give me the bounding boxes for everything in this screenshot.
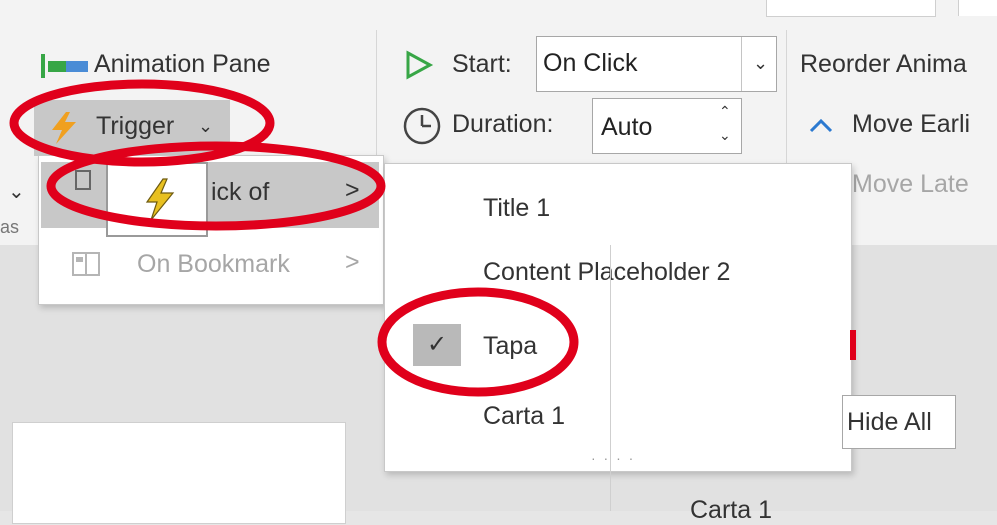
chevron-right-icon: > xyxy=(345,248,360,276)
start-dropdown[interactable]: On Click ⌄ xyxy=(536,36,777,92)
trigger-button[interactable]: Trigger ⌄ xyxy=(34,100,230,156)
start-value: On Click xyxy=(543,49,638,77)
menu-item-on-bookmark[interactable]: On Bookmark > xyxy=(41,240,379,290)
move-earlier-label: Move Earli xyxy=(852,110,971,138)
move-later-label: Move Late xyxy=(852,170,969,198)
submenu-item-label: Content Placeholder 2 xyxy=(483,258,731,286)
bookmark-icon xyxy=(72,252,100,276)
submenu-item-label: Tapa xyxy=(483,332,538,360)
duration-spinner[interactable]: Auto ⌃ ⌄ xyxy=(592,98,742,154)
menu-item-on-click-of[interactable]: ick of > xyxy=(41,162,379,228)
animation-pane-icon xyxy=(41,54,88,78)
check-icon-bg: ✓ xyxy=(413,324,461,366)
lightning-icon xyxy=(145,178,175,221)
spin-down-icon[interactable]: ⌄ xyxy=(719,127,731,144)
move-later-button[interactable]: Move Late xyxy=(852,170,997,210)
submenu-item-carta-1[interactable]: Carta 1 xyxy=(385,388,851,444)
chevron-right-icon: > xyxy=(345,176,360,204)
submenu-item-label: Title 1 xyxy=(483,194,551,222)
trigger-object-submenu: Title 1 Content Placeholder 2 ✓ Tapa Car… xyxy=(384,163,852,472)
trigger-menu: ick of > On Bookmark > xyxy=(38,155,384,305)
submenu-item-tapa[interactable]: ✓ Tapa xyxy=(385,314,851,376)
chevron-down-icon: ⌄ xyxy=(198,116,214,136)
ribbon-top-field-right[interactable] xyxy=(958,0,997,16)
animation-pane-label: Animation Pane xyxy=(94,50,271,78)
check-icon: ✓ xyxy=(427,331,448,358)
hide-all-label: Hide All xyxy=(847,408,932,436)
dropdown-divider xyxy=(741,37,742,91)
resize-grip[interactable]: · · · · xyxy=(591,450,635,466)
pane-item-fragment xyxy=(850,330,856,360)
lightning-icon xyxy=(52,112,76,144)
submenu-item-title-1[interactable]: Title 1 xyxy=(385,178,851,234)
clock-icon xyxy=(403,107,441,145)
chevron-down-icon[interactable]: ⌄ xyxy=(8,179,25,204)
play-icon xyxy=(406,50,434,80)
pane-divider xyxy=(610,245,611,511)
move-earlier-button[interactable]: Move Earli xyxy=(808,106,997,146)
reorder-animation-header: Reorder Anima xyxy=(800,50,967,78)
trigger-label: Trigger xyxy=(96,112,175,140)
hide-all-button[interactable]: Hide All xyxy=(842,395,956,449)
object-icon xyxy=(75,170,91,190)
chevron-down-icon: ⌄ xyxy=(753,53,769,73)
submenu-item-content-placeholder-2[interactable]: Content Placeholder 2 xyxy=(385,244,851,300)
arrow-up-icon xyxy=(809,118,833,133)
duration-value: Auto xyxy=(601,113,653,141)
spin-up-icon[interactable]: ⌃ xyxy=(719,103,731,120)
start-label: Start: xyxy=(452,50,512,78)
duration-label: Duration: xyxy=(452,110,554,138)
trigger-icon-preview xyxy=(106,162,208,237)
on-bookmark-label: On Bookmark xyxy=(137,250,290,278)
on-click-of-label: ick of xyxy=(211,178,270,206)
slide-canvas[interactable] xyxy=(12,422,346,524)
animation-pane-button[interactable]: Animation Pane xyxy=(38,44,338,84)
group-label-fragment: as xyxy=(0,217,20,237)
submenu-item-label: Carta 1 xyxy=(483,402,565,430)
ribbon-separator xyxy=(786,30,787,180)
ribbon-top-field[interactable] xyxy=(766,0,936,17)
